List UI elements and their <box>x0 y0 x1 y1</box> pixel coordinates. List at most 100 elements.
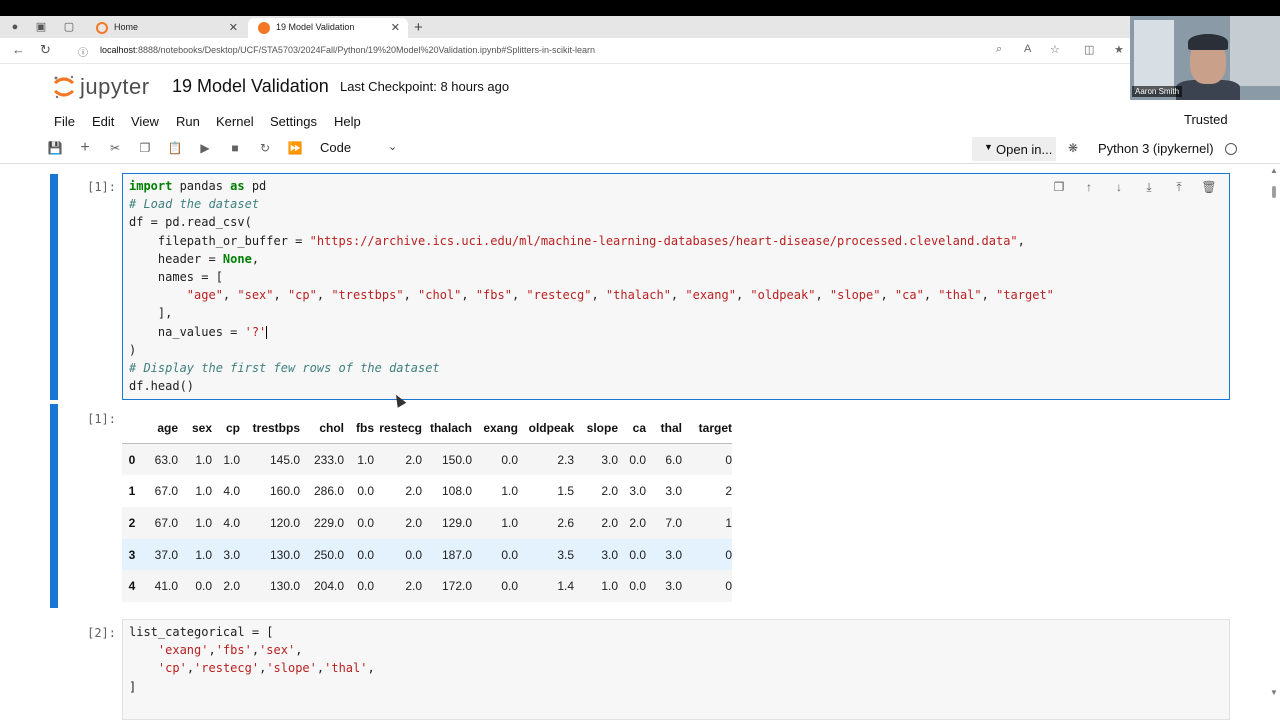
site-info-icon[interactable]: ⓘ <box>78 44 88 59</box>
delete-icon[interactable]: 🗑 <box>1201 180 1217 194</box>
restart-run-all-icon[interactable]: ⏩ <box>287 140 303 156</box>
cut-icon[interactable]: ✂ <box>107 140 123 156</box>
debugger-icon[interactable]: ❋ <box>1068 141 1078 155</box>
table-cell: 2.0 <box>629 515 646 530</box>
close-tab-icon[interactable]: ✕ <box>229 21 238 34</box>
menu-run[interactable]: Run <box>176 114 200 129</box>
reload-icon[interactable]: ↻ <box>40 42 51 58</box>
cell-toolbar: ❐ ↑ ↓ ⤓ ⤒ 🗑 <box>1051 180 1221 196</box>
table-cell: 0.0 <box>357 515 374 530</box>
code-token: , <box>367 661 375 676</box>
cell-collapser[interactable] <box>50 174 58 400</box>
restart-icon[interactable]: ↻ <box>257 140 273 156</box>
insert-below-icon[interactable]: ⤒ <box>1171 180 1187 195</box>
read-aloud-icon[interactable]: A <box>1024 43 1031 55</box>
code-token: , <box>880 288 895 303</box>
zoom-icon[interactable]: ⌕ <box>996 43 1002 56</box>
favorite-star-icon[interactable]: ☆ <box>1050 43 1060 56</box>
table-cell: 0.0 <box>501 547 518 562</box>
code-token: , <box>461 288 476 303</box>
column-header: chol <box>300 412 344 445</box>
code-line: ], <box>129 306 172 320</box>
url-host: localhost <box>100 45 136 55</box>
insert-cell-icon[interactable]: + <box>77 140 93 156</box>
menu-file[interactable]: File <box>54 114 75 129</box>
code-token: "restecg" <box>526 288 592 303</box>
menu-kernel[interactable]: Kernel <box>216 114 254 129</box>
profile-icon[interactable]: ● <box>8 20 22 34</box>
caret-down-icon: ▼ <box>984 142 993 152</box>
table-cell: 0 <box>725 452 732 467</box>
open-in-button[interactable]: ▼ Open in... <box>972 137 1056 161</box>
jupyter-logo[interactable]: jupyter <box>52 72 162 102</box>
table-cell: 2.3 <box>557 452 574 467</box>
close-tab-icon[interactable]: ✕ <box>391 21 400 34</box>
code-token: , <box>591 288 606 303</box>
move-up-icon[interactable]: ↑ <box>1081 180 1097 194</box>
menu-view[interactable]: View <box>131 114 159 129</box>
scroll-up-icon[interactable]: ▲ <box>1270 166 1278 175</box>
notebook-scrollbar[interactable]: ▲ ▼ <box>1268 164 1280 704</box>
code-token: filepath_or_buffer = <box>129 233 310 248</box>
workspaces-icon[interactable]: ▣ <box>34 20 48 34</box>
code-token: , <box>511 288 527 303</box>
scroll-down-icon[interactable]: ▼ <box>1270 688 1278 697</box>
url-field[interactable]: localhost:8888/notebooks/Desktop/UCF/STA… <box>100 45 595 55</box>
table-cell: 3.0 <box>665 484 682 499</box>
table-cell: 41.0 <box>154 579 178 594</box>
code-token: , <box>981 288 997 303</box>
table-cell: 4.0 <box>223 515 240 530</box>
code-token: , <box>186 661 195 676</box>
webcam-background-window <box>1134 20 1174 90</box>
menu-settings[interactable]: Settings <box>270 114 317 129</box>
code-token: "ca" <box>894 288 924 303</box>
chevron-down-icon[interactable]: ⌄ <box>388 140 397 153</box>
cell-type-select[interactable]: Code <box>320 140 351 155</box>
code-token: ] <box>129 679 137 694</box>
save-icon[interactable]: 💾 <box>47 140 63 156</box>
split-screen-icon[interactable]: ◫ <box>1084 43 1094 56</box>
code-token: , <box>295 643 303 658</box>
row-index: 2 <box>128 515 136 530</box>
code-editor-cell-2[interactable]: list_categorical = [ 'exang','fbs','sex'… <box>122 619 1230 720</box>
favorites-icon[interactable]: ★ <box>1114 43 1124 56</box>
copy-icon[interactable]: ❐ <box>137 140 153 156</box>
new-tab-icon[interactable]: + <box>414 19 423 36</box>
tab-actions-icon[interactable]: ▢ <box>62 20 76 34</box>
table-cell: 129.0 <box>441 515 472 530</box>
code-line: na_values = '?' <box>129 325 268 339</box>
code-token: names = [ <box>129 270 223 284</box>
table-cell: 1.0 <box>223 452 240 467</box>
table-cell: 1.0 <box>195 547 212 562</box>
stop-icon[interactable]: ■ <box>227 140 243 156</box>
notebook-title[interactable]: 19 Model Validation <box>172 76 329 97</box>
column-header <box>122 412 142 445</box>
code-editor-cell-1[interactable]: import pandas as pd # Load the dataset df … <box>122 173 1230 400</box>
menu-edit[interactable]: Edit <box>92 114 114 129</box>
column-header: ca <box>618 412 646 445</box>
kernel-name[interactable]: Python 3 (ipykernel) <box>1098 141 1214 156</box>
menu-help[interactable]: Help <box>334 114 361 129</box>
browser-tab-notebook[interactable]: 19 Model Validation ✕ <box>248 18 408 38</box>
code-token: "slope" <box>829 288 881 303</box>
browser-tab-home[interactable]: Home ✕ <box>86 18 246 38</box>
table-cell: 67.0 <box>154 515 178 530</box>
code-token: "chol" <box>418 288 462 303</box>
back-arrow-icon[interactable]: ← <box>12 42 25 57</box>
output-collapser[interactable] <box>50 404 58 608</box>
trusted-indicator[interactable]: Trusted <box>1184 112 1228 127</box>
code-token: , <box>815 288 830 303</box>
code-token: ], <box>129 306 173 321</box>
insert-above-icon[interactable]: ⤓ <box>1141 180 1157 195</box>
duplicate-icon[interactable]: ❐ <box>1051 180 1067 194</box>
cell-input-prompt: [1]: <box>87 180 116 194</box>
scroll-thumb[interactable] <box>1272 186 1276 198</box>
move-down-icon[interactable]: ↓ <box>1111 180 1127 194</box>
run-icon[interactable]: ▶ <box>197 140 213 156</box>
table-cell: 63.0 <box>154 452 178 467</box>
webcam-background-window <box>1230 16 1280 86</box>
paste-icon[interactable]: 📋 <box>167 140 183 156</box>
row-index: 1 <box>128 484 136 499</box>
code-token: "exang" <box>685 288 736 303</box>
